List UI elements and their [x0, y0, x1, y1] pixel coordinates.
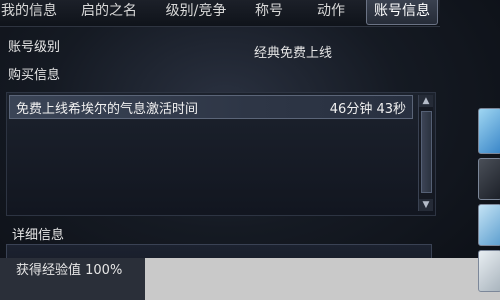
item-icon-blue-2[interactable]	[478, 204, 500, 246]
detail-info-label: 详细信息	[12, 228, 65, 243]
scroll-down-arrow-icon[interactable]: ▼	[419, 199, 433, 211]
list-item-time: 46分钟 43秒	[329, 102, 406, 117]
scrollbar-thumb[interactable]	[421, 111, 432, 193]
list-item-name: 免费上线希埃尔的气息激活时间	[16, 102, 199, 117]
tab-action[interactable]: 动作	[306, 0, 356, 24]
list-item[interactable]: 免费上线希埃尔的气息激活时间 46分钟 43秒	[9, 95, 413, 119]
account-level-label: 账号级别	[8, 40, 61, 55]
tab-title[interactable]: 称号	[244, 0, 294, 24]
item-icon-dark[interactable]	[478, 158, 500, 200]
item-icon-light[interactable]	[478, 250, 500, 292]
item-icon-blue[interactable]	[478, 108, 500, 154]
tab-bar: 我的信息 启的之名 级别/竞争 称号 动作 账号信息	[0, 0, 440, 27]
tab-account-info[interactable]: 账号信息	[366, 0, 438, 25]
tab-my-info[interactable]: 我的信息	[0, 0, 62, 24]
tab-level-competition[interactable]: 级别/竞争	[152, 0, 240, 24]
list-scrollbar[interactable]: ▲ ▼	[418, 95, 433, 211]
purchase-info-label: 购买信息	[8, 68, 61, 83]
scroll-up-arrow-icon[interactable]: ▲	[419, 95, 433, 107]
tab-name[interactable]: 启的之名	[70, 0, 148, 24]
exp-gain-label: 获得经验值 100%	[16, 263, 123, 278]
account-level-value: 经典免费上线	[254, 46, 333, 61]
purchase-list-panel: 免费上线希埃尔的气息激活时间 46分钟 43秒 ▲ ▼	[6, 92, 436, 216]
